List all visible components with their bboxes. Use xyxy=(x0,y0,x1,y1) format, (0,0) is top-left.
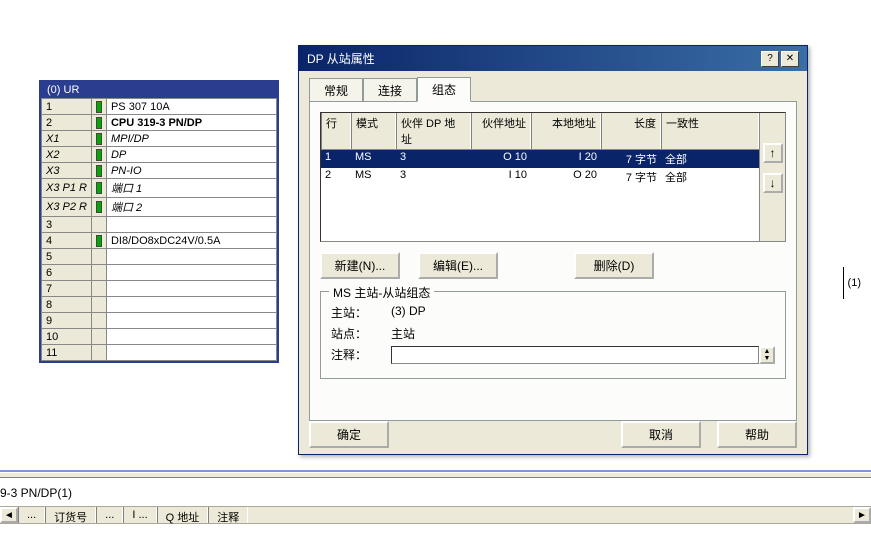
module-icon xyxy=(96,182,102,194)
rack-row[interactable]: X3 P1 R端口 1 xyxy=(42,179,277,198)
module-icon xyxy=(96,101,102,113)
dialog-titlebar[interactable]: DP 从站属性 ? ✕ xyxy=(299,46,807,71)
move-down-button[interactable]: ↓ xyxy=(763,173,783,193)
module-icon xyxy=(96,235,102,247)
col-length[interactable]: 长度 xyxy=(601,113,661,149)
help-button[interactable]: 帮助 xyxy=(717,421,797,448)
tab-panel-config: 行 模式 伙伴 DP 地址 伙伴地址 本地地址 长度 一致性 1MS3O 10I… xyxy=(309,101,797,421)
rack-row[interactable]: 10 xyxy=(42,329,277,345)
tab-config[interactable]: 组态 xyxy=(417,77,471,102)
seg-comment[interactable]: 注释 xyxy=(208,507,248,523)
dialog-title: DP 从站属性 xyxy=(307,50,375,67)
rack-row[interactable]: 11 xyxy=(42,345,277,361)
master-value: (3) DP xyxy=(391,304,491,321)
module-icon xyxy=(96,133,102,145)
config-list: 行 模式 伙伴 DP 地址 伙伴地址 本地地址 长度 一致性 1MS3O 10I… xyxy=(320,112,786,242)
rack-title: (0) UR xyxy=(41,82,277,98)
rack-row[interactable]: X2DP xyxy=(42,147,277,163)
scroll-left-icon[interactable]: ◄ xyxy=(0,507,18,523)
rack-table: 1PS 307 10A2CPU 319-3 PN/DPX1MPI/DPX2DPX… xyxy=(41,98,277,361)
ms-master-slave-group: MS 主站-从站组态 主站： (3) DP 站点： 主站 注释： ▲▼ xyxy=(320,291,786,379)
seg-i[interactable]: I ... xyxy=(123,507,156,523)
rack-row[interactable]: 6 xyxy=(42,265,277,281)
tab-connect[interactable]: 连接 xyxy=(363,78,417,103)
list-row[interactable]: 1MS3O 10I 207 字节全部 xyxy=(321,150,759,168)
seg-ellipsis1[interactable]: ... xyxy=(18,507,45,523)
col-partner-dp[interactable]: 伙伴 DP 地址 xyxy=(396,113,471,149)
ok-button[interactable]: 确定 xyxy=(309,421,389,448)
rack-row[interactable]: 7 xyxy=(42,281,277,297)
module-icon xyxy=(96,117,102,129)
comment-spin[interactable]: ▲▼ xyxy=(759,346,775,364)
col-partner-addr[interactable]: 伙伴地址 xyxy=(471,113,531,149)
station-value: 主站 xyxy=(391,325,491,342)
lower-pane: 9-3 PN/DP(1) ◄ ... 订货号 ... I ... Q 地址 注释… xyxy=(0,470,871,524)
lower-device-label: 9-3 PN/DP(1) xyxy=(0,478,871,506)
seg-order[interactable]: 订货号 xyxy=(45,507,96,523)
seg-q[interactable]: Q 地址 xyxy=(157,507,209,523)
tabstrip: 常规 连接 组态 xyxy=(309,77,797,102)
rack-row[interactable]: 1PS 307 10A xyxy=(42,99,277,115)
rack-row[interactable]: X1MPI/DP xyxy=(42,131,277,147)
rack-row[interactable]: 8 xyxy=(42,297,277,313)
module-icon xyxy=(96,149,102,161)
comment-input[interactable] xyxy=(391,346,759,364)
scroll-right-icon[interactable]: ► xyxy=(853,507,871,523)
col-mode[interactable]: 模式 xyxy=(351,113,396,149)
new-button[interactable]: 新建(N)... xyxy=(320,252,400,279)
rack-row[interactable]: 2CPU 319-3 PN/DP xyxy=(42,115,277,131)
list-row[interactable]: 2MS3I 10O 207 字节全部 xyxy=(321,168,759,186)
cancel-button[interactable]: 取消 xyxy=(621,421,701,448)
col-line[interactable]: 行 xyxy=(321,113,351,149)
rack-row[interactable]: 3 xyxy=(42,217,277,233)
edit-button[interactable]: 编辑(E)... xyxy=(418,252,498,279)
rack-row[interactable]: X3 P2 R端口 2 xyxy=(42,198,277,217)
help-icon[interactable]: ? xyxy=(761,51,779,67)
col-local-addr[interactable]: 本地地址 xyxy=(531,113,601,149)
tab-general[interactable]: 常规 xyxy=(309,78,363,103)
lower-scrollbar[interactable]: ◄ ... 订货号 ... I ... Q 地址 注释 ► xyxy=(0,506,871,524)
comment-label: 注释： xyxy=(331,346,391,364)
list-reorder-buttons: ↑ ↓ xyxy=(759,113,785,241)
rack-row[interactable]: X3PN-IO xyxy=(42,163,277,179)
rack-row[interactable]: 5 xyxy=(42,249,277,265)
annotation-one: (1) xyxy=(843,267,865,299)
module-icon xyxy=(96,165,102,177)
seg-ellipsis2[interactable]: ... xyxy=(96,507,123,523)
dp-slave-properties-dialog: DP 从站属性 ? ✕ 常规 连接 组态 行 模式 伙伴 DP 地址 伙伴地址 … xyxy=(298,45,808,455)
rack-row[interactable]: 9 xyxy=(42,313,277,329)
rack-row[interactable]: 4DI8/DO8xDC24V/0.5A xyxy=(42,233,277,249)
station-label: 站点： xyxy=(331,325,391,342)
col-consistency[interactable]: 一致性 xyxy=(661,113,759,149)
master-label: 主站： xyxy=(331,304,391,321)
close-icon[interactable]: ✕ xyxy=(781,51,799,67)
module-icon xyxy=(96,201,102,213)
groupbox-title: MS 主站-从站组态 xyxy=(329,284,434,301)
delete-button[interactable]: 删除(D) xyxy=(574,252,654,279)
move-up-button[interactable]: ↑ xyxy=(763,143,783,163)
config-list-header[interactable]: 行 模式 伙伴 DP 地址 伙伴地址 本地地址 长度 一致性 xyxy=(321,113,759,150)
rack-window: (0) UR 1PS 307 10A2CPU 319-3 PN/DPX1MPI/… xyxy=(39,80,279,363)
